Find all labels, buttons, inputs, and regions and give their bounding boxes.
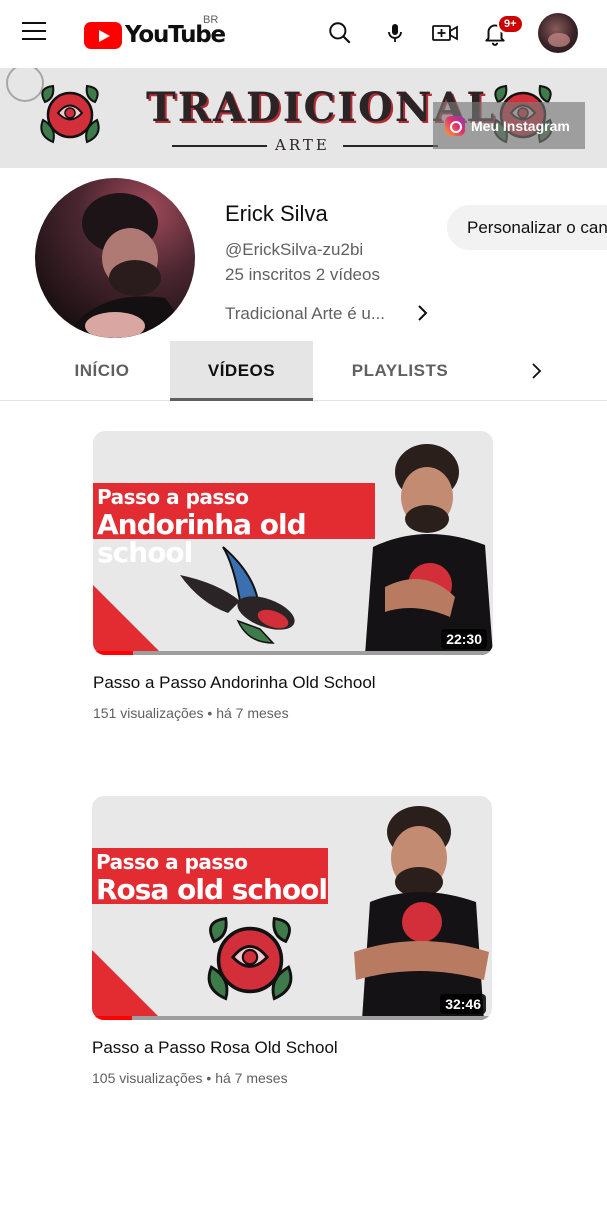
thumbnail-caption: Passo a passo Rosa old school	[92, 848, 328, 904]
avatar-photo	[65, 193, 195, 338]
chevron-right-icon[interactable]	[412, 303, 432, 323]
channel-tabs: INÍCIO VÍDEOS PLAYLISTS	[0, 341, 607, 401]
menu-icon[interactable]	[22, 22, 48, 44]
instagram-icon	[445, 115, 465, 136]
voice-search-button[interactable]	[378, 16, 412, 50]
presenter-photo	[365, 444, 493, 655]
channel-avatar	[35, 178, 195, 338]
rose-icon	[40, 84, 100, 144]
instagram-link[interactable]: Meu Instagram	[433, 102, 585, 149]
tabs-scroll-right-icon[interactable]	[526, 361, 546, 381]
tab-inicio[interactable]: INÍCIO	[58, 341, 146, 401]
search-button[interactable]	[323, 16, 357, 50]
banner-divider-right	[343, 145, 438, 147]
video-duration: 22:30	[441, 629, 487, 649]
thumbnail-caption-line2: Rosa old school	[96, 873, 328, 906]
channel-handle: @ErickSilva-zu2bi	[225, 240, 364, 259]
video-meta: 105 visualizações • há 7 meses	[92, 1070, 288, 1086]
rose-illustration-icon	[207, 916, 293, 1001]
instagram-link-label: Meu Instagram	[471, 117, 570, 134]
youtube-play-icon	[84, 21, 122, 49]
tab-playlists[interactable]: PLAYLISTS	[338, 341, 462, 401]
video-duration: 32:46	[440, 994, 486, 1014]
microphone-icon	[388, 24, 402, 42]
watch-progress-bar	[92, 1016, 492, 1020]
watch-progress-fill	[93, 651, 133, 655]
channel-stats: 25 inscritos 2 vídeos	[225, 265, 380, 284]
banner-subtitle: ARTE	[275, 136, 330, 154]
thumbnail-caption: Passo a passo Andorinha old school	[93, 483, 375, 567]
create-button[interactable]	[428, 16, 462, 50]
thumbnail-caption-line1: Passo a passo	[97, 485, 249, 509]
video-add-icon	[432, 25, 458, 41]
account-avatar[interactable]	[538, 13, 578, 53]
channel-name: Erick Silva	[225, 201, 328, 226]
video-card[interactable]: Passo a passo Rosa old school 32:46 Pass…	[92, 796, 492, 1086]
customize-channel-button[interactable]: Personalizar o canal	[447, 205, 607, 250]
video-meta: 151 visualizações • há 7 meses	[93, 705, 289, 721]
thumbnail-corner-accent	[93, 585, 163, 655]
channel-banner: TRADICIONAL ARTE Meu Instagram	[0, 68, 607, 168]
video-thumbnail[interactable]: Passo a passo Andorinha old school 22:30	[93, 431, 493, 655]
search-icon	[329, 22, 351, 44]
watch-progress-fill	[92, 1016, 132, 1020]
video-thumbnail[interactable]: Passo a passo Rosa old school 32:46	[92, 796, 492, 1020]
tab-videos[interactable]: VÍDEOS	[170, 341, 313, 401]
region-code: BR	[203, 14, 219, 26]
top-bar: YouTube BR 9+	[0, 0, 607, 68]
swallow-illustration-icon	[180, 546, 295, 644]
thumbnail-corner-accent	[92, 950, 162, 1020]
notification-badge: 9+	[497, 14, 524, 34]
banner-divider-left	[172, 145, 267, 147]
channel-description[interactable]: Tradicional Arte é u...	[225, 304, 385, 324]
thumbnail-caption-line1: Passo a passo	[96, 850, 248, 874]
presenter-photo	[354, 806, 489, 1020]
video-title[interactable]: Passo a Passo Andorinha Old School	[93, 673, 493, 693]
video-title[interactable]: Passo a Passo Rosa Old School	[92, 1038, 492, 1058]
video-card[interactable]: Passo a passo Andorinha old school 22:30…	[93, 431, 493, 721]
watch-progress-bar	[93, 651, 493, 655]
